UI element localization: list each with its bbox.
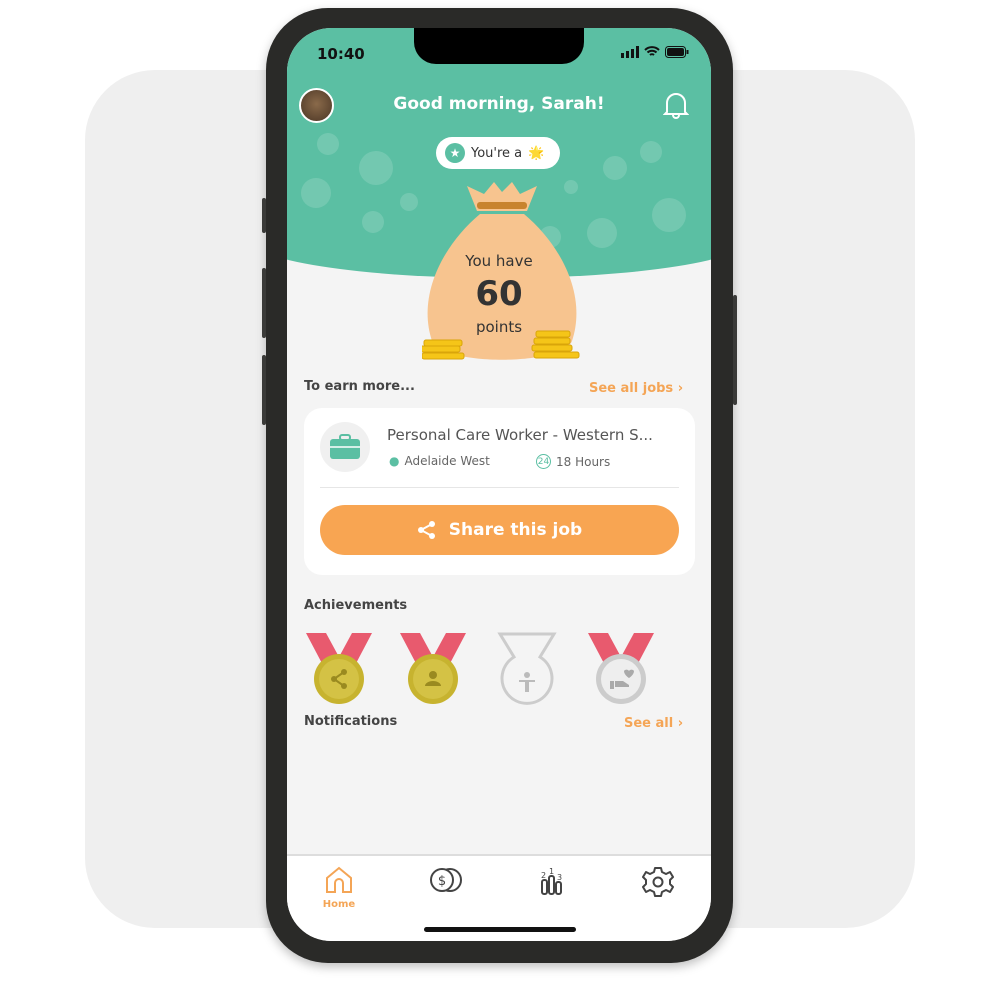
- coins-icon: $: [430, 868, 462, 892]
- svg-text:3: 3: [557, 873, 562, 882]
- leaderboard-icon: 2 13: [541, 867, 562, 895]
- share-job-label: Share this job: [448, 520, 583, 540]
- home-indicator: [424, 927, 576, 932]
- coin-bubble: [359, 151, 393, 185]
- coin-bubble: [640, 141, 662, 163]
- tab-leaderboard[interactable]: 213: [522, 866, 582, 900]
- earn-more-title: To earn more...: [304, 379, 415, 394]
- svg-text:1: 1: [549, 867, 554, 876]
- coin-bubble: [301, 178, 331, 208]
- gear-icon: [642, 867, 674, 897]
- volume-up-button: [262, 268, 266, 338]
- battery-icon: [665, 46, 689, 58]
- volume-down-button: [262, 355, 266, 425]
- location-pin-icon: ●: [389, 454, 400, 468]
- coin-bubble: [317, 133, 339, 155]
- coin-bubble: [603, 156, 627, 180]
- mute-switch: [262, 198, 266, 233]
- badge-label: You're a: [471, 145, 523, 161]
- card-divider: [320, 487, 679, 488]
- status-time: 10:40: [317, 45, 365, 63]
- job-location-text: Adelaide West: [404, 454, 490, 468]
- svg-text:2: 2: [541, 871, 546, 880]
- tab-settings[interactable]: [628, 866, 688, 902]
- notifications-title: Notifications: [304, 714, 398, 729]
- medal-care[interactable]: [586, 631, 656, 706]
- medal-share[interactable]: [304, 631, 374, 706]
- points-unit: points: [475, 318, 523, 336]
- app-screen: 10:40 Good morning, Sarah! ★ You're a 🌟 …: [287, 28, 711, 941]
- coin-bubble: [362, 211, 384, 233]
- see-all-jobs-label: See all jobs: [589, 381, 674, 396]
- coin-bubble: [652, 198, 686, 232]
- points-value: 60: [475, 274, 523, 314]
- share-icon: [417, 521, 435, 539]
- bell-icon[interactable]: [663, 91, 689, 119]
- medal-accessibility-locked[interactable]: [492, 631, 562, 706]
- achievements-title: Achievements: [304, 598, 408, 613]
- tab-home-label: Home: [322, 899, 356, 910]
- briefcase-icon: [320, 422, 370, 472]
- see-all-label: See all: [624, 716, 674, 731]
- job-card[interactable]: Personal Care Worker - Western S... ● Ade…: [304, 408, 695, 575]
- clock-24-icon: 24: [536, 454, 551, 469]
- coin-bubble: [400, 193, 418, 211]
- notch: [414, 28, 584, 64]
- badge-emoji: 🌟: [528, 145, 545, 161]
- svg-text:$: $: [438, 874, 446, 889]
- job-hours: 24 18 Hours: [536, 454, 610, 469]
- power-button: [733, 295, 737, 405]
- tab-rewards[interactable]: $: [416, 866, 476, 898]
- coin-bubble: [587, 218, 617, 248]
- job-hours-text: 18 Hours: [556, 454, 611, 469]
- signal-icon: [621, 46, 639, 58]
- share-job-button[interactable]: Share this job: [320, 505, 679, 555]
- chevron-right-icon: ›: [677, 381, 684, 396]
- job-title: Personal Care Worker - Western S...: [387, 426, 653, 444]
- points-prefix: You have: [465, 252, 533, 270]
- wifi-icon: [644, 46, 660, 56]
- rank-badge[interactable]: ★ You're a 🌟: [436, 137, 560, 169]
- star-icon: ★: [445, 143, 465, 163]
- see-all-notifications-link[interactable]: See all ›: [624, 716, 683, 731]
- status-icons: [621, 46, 689, 58]
- see-all-jobs-link[interactable]: See all jobs ›: [589, 381, 683, 396]
- job-location: ● Adelaide West: [389, 454, 490, 468]
- chevron-right-icon: ›: [677, 716, 684, 731]
- tab-home[interactable]: Home: [309, 866, 369, 910]
- greeting: Good morning, Sarah!: [393, 94, 605, 114]
- medal-profile[interactable]: [398, 631, 468, 706]
- home-icon: [326, 866, 352, 893]
